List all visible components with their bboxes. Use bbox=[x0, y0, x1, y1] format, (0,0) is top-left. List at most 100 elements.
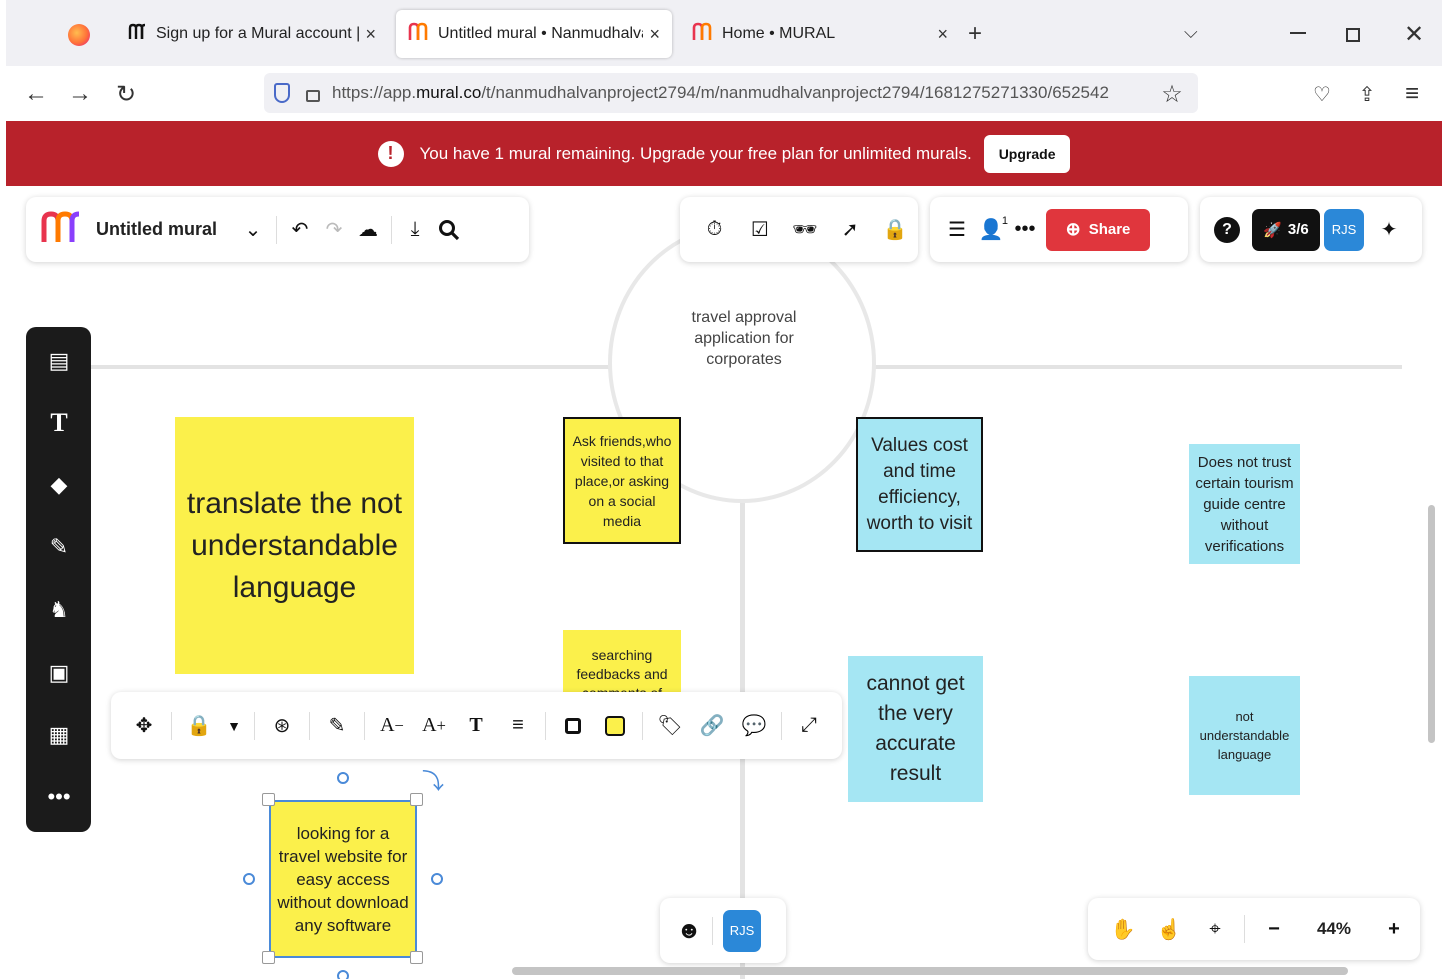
divider bbox=[642, 711, 643, 740]
sticky-note[interactable]: translate the not understandable languag… bbox=[175, 417, 414, 674]
zoom-out-icon[interactable]: − bbox=[1257, 912, 1291, 946]
mural-logo-icon[interactable] bbox=[40, 210, 82, 249]
more-options-icon[interactable]: ••• bbox=[1008, 213, 1042, 247]
pen-icon[interactable]: ✎ bbox=[41, 529, 77, 565]
maximize-window-icon[interactable] bbox=[1346, 28, 1360, 42]
emoji-reaction-icon[interactable]: ☻ bbox=[672, 914, 706, 948]
comment-icon[interactable]: 💬 bbox=[737, 709, 771, 743]
redo-icon[interactable]: ↷ bbox=[317, 213, 351, 247]
resize-handle[interactable] bbox=[262, 793, 275, 806]
selected-sticky-note[interactable]: looking for a travel website for easy ac… bbox=[269, 800, 417, 958]
templates-llama-icon[interactable]: ♞ bbox=[41, 592, 77, 628]
extensions-icon[interactable]: ⇪ bbox=[1351, 78, 1383, 110]
text-tool-icon[interactable]: T bbox=[41, 405, 77, 441]
collaborators-icon[interactable]: 👤 1 bbox=[974, 213, 1008, 247]
sticky-note[interactable]: searching feedbacks and comments of bbox=[563, 630, 681, 694]
caret-down-icon[interactable]: ▼ bbox=[224, 709, 244, 743]
address-field[interactable]: https://app. mural.co/t/nanmudhalvanproje… bbox=[264, 73, 1198, 113]
more-tools-icon[interactable]: ••• bbox=[41, 779, 77, 815]
reload-icon[interactable]: ↻ bbox=[110, 78, 142, 110]
firefox-icon bbox=[68, 24, 90, 46]
help-icon[interactable]: ? bbox=[1214, 216, 1240, 243]
text-format-icon[interactable]: T bbox=[459, 709, 493, 743]
outline-icon[interactable]: ☰ bbox=[940, 213, 974, 247]
decrease-font-icon[interactable]: A − bbox=[375, 709, 409, 743]
progress-label: 3/6 bbox=[1287, 221, 1309, 238]
export-icon[interactable]: ⤓ bbox=[398, 213, 432, 247]
tag-icon[interactable]: 🏷 bbox=[653, 709, 687, 743]
connector-handle[interactable] bbox=[337, 772, 349, 784]
onboarding-progress-button[interactable]: 🚀 3/6 bbox=[1252, 208, 1320, 251]
browser-tab-bar: Sign up for a Mural account | M × Untitl… bbox=[6, 0, 1442, 66]
border-icon[interactable] bbox=[556, 709, 590, 743]
sticky-note[interactable]: not understandable language bbox=[1189, 676, 1300, 795]
touch-pan-icon[interactable]: ☝ bbox=[1152, 912, 1186, 946]
undo-icon[interactable]: ↶ bbox=[283, 213, 317, 247]
new-tab-button[interactable]: + bbox=[968, 20, 982, 48]
vertical-scrollbar[interactable] bbox=[1428, 505, 1435, 743]
close-window-icon[interactable]: ✕ bbox=[1404, 20, 1424, 49]
sticky-note[interactable]: Does not trust certain tourism guide cen… bbox=[1189, 444, 1300, 564]
center-label[interactable]: travel approval application for corporat… bbox=[676, 307, 812, 370]
list-tabs-icon[interactable]: ⌵ bbox=[1184, 22, 1198, 43]
rotate-handle-icon[interactable]: ⤵ bbox=[422, 764, 444, 796]
increase-font-icon[interactable]: A + bbox=[417, 709, 451, 743]
mural-logo-icon bbox=[692, 22, 714, 47]
sticky-note[interactable]: Values cost and time efficiency, worth t… bbox=[856, 417, 983, 552]
resize-handle[interactable] bbox=[262, 951, 275, 964]
pocket-icon[interactable]: ♡ bbox=[1306, 78, 1338, 110]
resize-handle[interactable] bbox=[410, 951, 423, 964]
zoom-panel: ✋ ☝ ⌖ − 44% + bbox=[1088, 898, 1420, 960]
menu-icon[interactable]: ≡ bbox=[1396, 78, 1428, 110]
chevron-down-icon[interactable]: ⌄ bbox=[236, 213, 270, 247]
share-button[interactable]: ⊕ Share bbox=[1046, 208, 1150, 251]
sticky-note-text: translate the not understandable languag… bbox=[186, 486, 403, 604]
avatar[interactable]: RJS bbox=[723, 909, 761, 952]
mural-title[interactable]: Untitled mural bbox=[96, 219, 236, 240]
summon-icon[interactable]: ➚ bbox=[833, 213, 867, 247]
connector-handle[interactable] bbox=[243, 873, 255, 885]
upgrade-button[interactable]: Upgrade bbox=[983, 134, 1071, 173]
pencil-edit-icon[interactable]: ✎ bbox=[320, 709, 354, 743]
timer-icon[interactable]: ⏱ bbox=[698, 213, 732, 247]
tab-home-mural[interactable]: Home • MURAL × bbox=[680, 10, 960, 58]
lock-icon[interactable]: 🔒 bbox=[182, 709, 216, 743]
fill-color-icon[interactable] bbox=[598, 709, 632, 743]
cloud-saved-icon[interactable]: ☁ bbox=[351, 213, 385, 247]
shapes-icon[interactable]: ◆ bbox=[41, 467, 77, 503]
sticky-note[interactable]: cannot get the very accurate result bbox=[848, 656, 983, 802]
connector-handle[interactable] bbox=[337, 970, 349, 979]
close-tab-icon[interactable]: × bbox=[649, 24, 660, 45]
hand-pan-icon[interactable]: ✋ bbox=[1106, 912, 1140, 946]
search-icon[interactable] bbox=[432, 213, 466, 247]
avatar[interactable]: RJS bbox=[1324, 208, 1364, 251]
align-icon[interactable]: ≡ bbox=[501, 709, 535, 743]
back-icon[interactable]: ← bbox=[20, 78, 52, 110]
tab-untitled-mural[interactable]: Untitled mural • Nanmudhalvan × bbox=[396, 10, 672, 58]
map-view-icon[interactable]: ⌖ bbox=[1198, 912, 1232, 946]
minimize-window-icon[interactable] bbox=[1290, 22, 1308, 40]
close-tab-icon[interactable]: × bbox=[365, 24, 376, 45]
sticky-note[interactable]: Ask friends,who visited to that place,or… bbox=[563, 417, 681, 544]
forward-icon[interactable]: → bbox=[64, 78, 96, 110]
zoom-level[interactable]: 44% bbox=[1303, 919, 1365, 939]
sticky-note-text: Does not trust certain tourism guide cen… bbox=[1195, 453, 1294, 555]
tab-signup[interactable]: Sign up for a Mural account | M × bbox=[116, 10, 388, 58]
connector-handle[interactable] bbox=[431, 873, 443, 885]
image-icon[interactable]: ▣ bbox=[41, 655, 77, 691]
move-icon[interactable]: ✥ bbox=[127, 709, 161, 743]
lock-area-icon[interactable]: 🔒 bbox=[878, 213, 912, 247]
apps-grid-icon[interactable]: ▦ bbox=[41, 717, 77, 753]
zoom-in-icon[interactable]: + bbox=[1377, 912, 1411, 946]
horizontal-scrollbar[interactable] bbox=[512, 967, 1348, 975]
sticky-note-text: looking for a travel website for easy ac… bbox=[277, 823, 409, 935]
voting-icon[interactable]: ☑ bbox=[743, 213, 777, 247]
sticky-note-icon[interactable]: ▤ bbox=[41, 343, 77, 379]
bookmark-star-icon[interactable]: ☆ bbox=[1156, 78, 1188, 110]
sparkle-ai-icon[interactable]: ✦ bbox=[1372, 213, 1406, 247]
focus-icon[interactable]: ⊛ bbox=[265, 709, 299, 743]
expand-icon[interactable]: ⤢ bbox=[792, 709, 826, 743]
link-icon[interactable]: 🔗 bbox=[695, 709, 729, 743]
private-mode-icon[interactable]: 🕶 bbox=[788, 213, 822, 247]
close-tab-icon[interactable]: × bbox=[937, 24, 948, 45]
